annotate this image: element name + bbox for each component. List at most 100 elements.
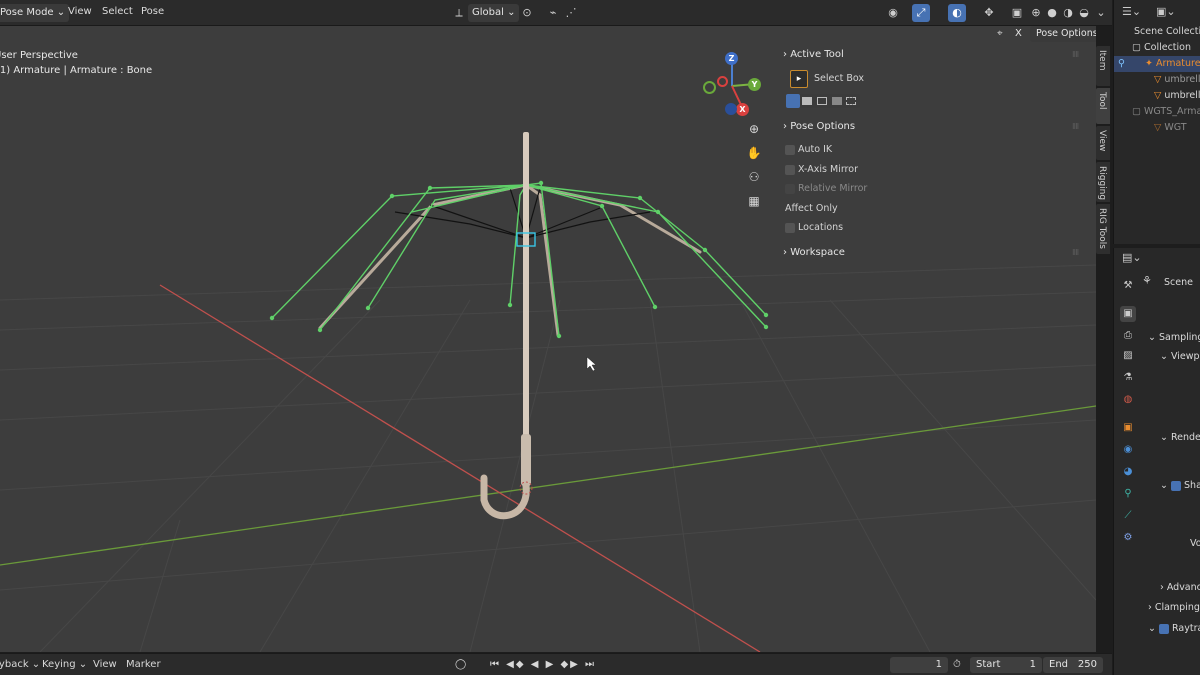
- invert-selection-icon[interactable]: [832, 97, 842, 105]
- end-frame-field[interactable]: End 250: [1043, 657, 1103, 673]
- object-tab-icon[interactable]: ▣: [1120, 420, 1136, 436]
- marker-menu[interactable]: Marker: [126, 659, 161, 670]
- object-data-tab-icon[interactable]: ⚲: [1120, 486, 1136, 502]
- view-layer-tab-icon[interactable]: ▨: [1120, 348, 1136, 364]
- tab-tool[interactable]: Tool: [1096, 88, 1110, 124]
- select-box-icon[interactable]: ▸: [790, 70, 808, 88]
- clamping-panel[interactable]: › Clamping: [1148, 602, 1200, 613]
- x-axis-mirror-label: X-Axis Mirror: [798, 164, 858, 175]
- extend-selection-icon[interactable]: [802, 97, 812, 105]
- rendered-shading-icon[interactable]: ◒: [1075, 4, 1093, 22]
- gizmo-neg-z[interactable]: [725, 103, 737, 115]
- camera-view-icon[interactable]: ⚇: [743, 166, 765, 188]
- current-frame-field[interactable]: 1: [890, 657, 948, 673]
- snap-target-icon[interactable]: ⋰: [562, 4, 580, 22]
- gizmo-x[interactable]: X: [736, 103, 749, 116]
- overlays-icon[interactable]: ◐: [948, 4, 966, 22]
- pan-hand-icon[interactable]: ✋: [743, 142, 765, 164]
- playback-menu[interactable]: Playback ⌄: [0, 659, 40, 670]
- pose-options-dropdown[interactable]: Pose Options ⌄: [1030, 26, 1096, 42]
- gizmo-z[interactable]: Z: [725, 52, 738, 65]
- start-frame-field[interactable]: Start 1: [970, 657, 1042, 673]
- gizmo-neg-y[interactable]: [703, 81, 716, 94]
- world-tab-icon[interactable]: ◍: [1120, 392, 1136, 408]
- tab-rigging[interactable]: Rigging: [1096, 162, 1110, 202]
- display-mode-icon[interactable]: ▣⌄: [1156, 5, 1176, 18]
- intersect-selection-icon[interactable]: [846, 97, 856, 105]
- editor-type-icon[interactable]: ☰⌄: [1122, 5, 1141, 18]
- sampling-panel[interactable]: ⌄ Sampling: [1148, 332, 1200, 343]
- render-subpanel[interactable]: ⌄ Render: [1160, 432, 1200, 443]
- start-value: 1: [1029, 659, 1036, 670]
- scene-label: Scene: [1164, 277, 1193, 288]
- outliner-row-umbrella-1[interactable]: ▽ umbrella: [1114, 72, 1200, 88]
- tab-view[interactable]: View: [1096, 126, 1110, 160]
- zoom-icon[interactable]: ⊕: [743, 118, 765, 140]
- navigation-gizmo[interactable]: Z Y X: [700, 50, 764, 118]
- tab-rig-tools[interactable]: RIG Tools: [1096, 204, 1110, 254]
- modifier-tab-icon[interactable]: ◉: [1120, 442, 1136, 458]
- raytracing-panel[interactable]: ⌄ Raytracing: [1148, 623, 1200, 634]
- workspace-header[interactable]: › Workspace: [783, 247, 845, 258]
- transform-orientation-dropdown[interactable]: Global ⌄: [468, 4, 520, 22]
- outliner-row-wgt[interactable]: ▽ WGT: [1114, 120, 1200, 136]
- menu-view[interactable]: View: [68, 6, 92, 17]
- snapping-icon[interactable]: ⌖: [997, 28, 1003, 39]
- auto-keying-icon[interactable]: ◯: [455, 659, 466, 670]
- transform-orientation-icon[interactable]: ⟂: [450, 4, 468, 22]
- bone-tab-icon[interactable]: ⟋: [1120, 508, 1136, 524]
- outliner-row-scene-collection[interactable]: Scene Collection: [1114, 24, 1200, 40]
- toggle-xray-icon[interactable]: ▣: [1008, 4, 1026, 22]
- outliner-row-wgts[interactable]: ▢ WGTS_Armature: [1114, 104, 1200, 120]
- pose-options-header[interactable]: › Pose Options: [783, 121, 855, 132]
- raytracing-label: Raytracing: [1172, 623, 1200, 634]
- viewport-subpanel[interactable]: ⌄ Viewport: [1160, 351, 1200, 362]
- xray-icon[interactable]: ✥: [980, 4, 998, 22]
- tool-tab-icon[interactable]: ⚒: [1120, 278, 1136, 294]
- mode-label: Pose Mode: [0, 7, 54, 18]
- output-tab-icon[interactable]: ⎙: [1120, 328, 1136, 344]
- gizmo-icon[interactable]: ⤢: [912, 4, 930, 22]
- playback-controls[interactable]: ⏮ ◀◆ ◀ ▶ ◆▶ ⏭: [490, 659, 596, 670]
- advanced-subpanel[interactable]: › Advanced: [1160, 582, 1200, 593]
- chevron-down-icon[interactable]: ⌄: [1092, 4, 1110, 22]
- drag-grip-icon[interactable]: ⁝⁝⁝⁝: [1072, 50, 1079, 59]
- snap-icon[interactable]: ⌁: [544, 4, 562, 22]
- drag-grip-icon[interactable]: ⁝⁝⁝⁝: [1072, 248, 1079, 257]
- scene-tab-icon[interactable]: ⚗: [1120, 370, 1136, 386]
- render-tab-icon[interactable]: ▣: [1120, 306, 1136, 322]
- bone-constraint-tab-icon[interactable]: ⚙: [1120, 530, 1136, 546]
- perspective-grid-icon[interactable]: ▦: [743, 190, 765, 212]
- editor-type-icon[interactable]: ▤⌄: [1122, 251, 1142, 264]
- shadows-subpanel[interactable]: ⌄ Shadows: [1160, 480, 1200, 491]
- physics-tab-icon[interactable]: ◕: [1120, 464, 1136, 480]
- menu-select[interactable]: Select: [102, 6, 133, 17]
- collection-icon: ▢: [1132, 106, 1141, 117]
- end-label: End: [1049, 659, 1069, 670]
- drag-grip-icon[interactable]: ⁝⁝⁝⁝: [1072, 122, 1079, 131]
- visibility-icon[interactable]: ◉: [884, 4, 902, 22]
- gizmo-neg-x[interactable]: [717, 76, 728, 87]
- raytracing-checkbox[interactable]: [1158, 623, 1169, 634]
- timeline-view-menu[interactable]: View: [93, 659, 117, 670]
- x-axis-mirror-checkbox[interactable]: [785, 165, 795, 175]
- relative-mirror-checkbox[interactable]: [785, 184, 795, 194]
- locations-checkbox[interactable]: [785, 223, 795, 233]
- active-tool-header[interactable]: › Active Tool: [783, 49, 844, 60]
- set-new-selection-icon[interactable]: [786, 94, 800, 108]
- outliner-row-armature[interactable]: ⚲ ✦ Armature: [1114, 56, 1200, 72]
- subtract-selection-icon[interactable]: [817, 97, 827, 105]
- keying-menu[interactable]: Keying ⌄: [42, 659, 87, 670]
- shadows-checkbox[interactable]: [1170, 480, 1181, 491]
- viewport-header: Pose Mode ⌄ View Select Pose ⟂ Global ⌄ …: [0, 0, 1112, 26]
- menu-pose[interactable]: Pose: [141, 6, 164, 17]
- pivot-point-icon[interactable]: ⊙: [518, 4, 536, 22]
- render-label: Render: [1170, 432, 1200, 443]
- gizmo-y[interactable]: Y: [748, 78, 761, 91]
- auto-ik-checkbox[interactable]: [785, 145, 795, 155]
- x-toggle[interactable]: X: [1015, 28, 1022, 39]
- tab-item[interactable]: Item: [1096, 46, 1110, 86]
- outliner-row-collection[interactable]: ▢ Collection: [1114, 40, 1200, 56]
- outliner-row-umbrella-2[interactable]: ▽ umbrella: [1114, 88, 1200, 104]
- mode-dropdown[interactable]: Pose Mode ⌄: [0, 4, 70, 22]
